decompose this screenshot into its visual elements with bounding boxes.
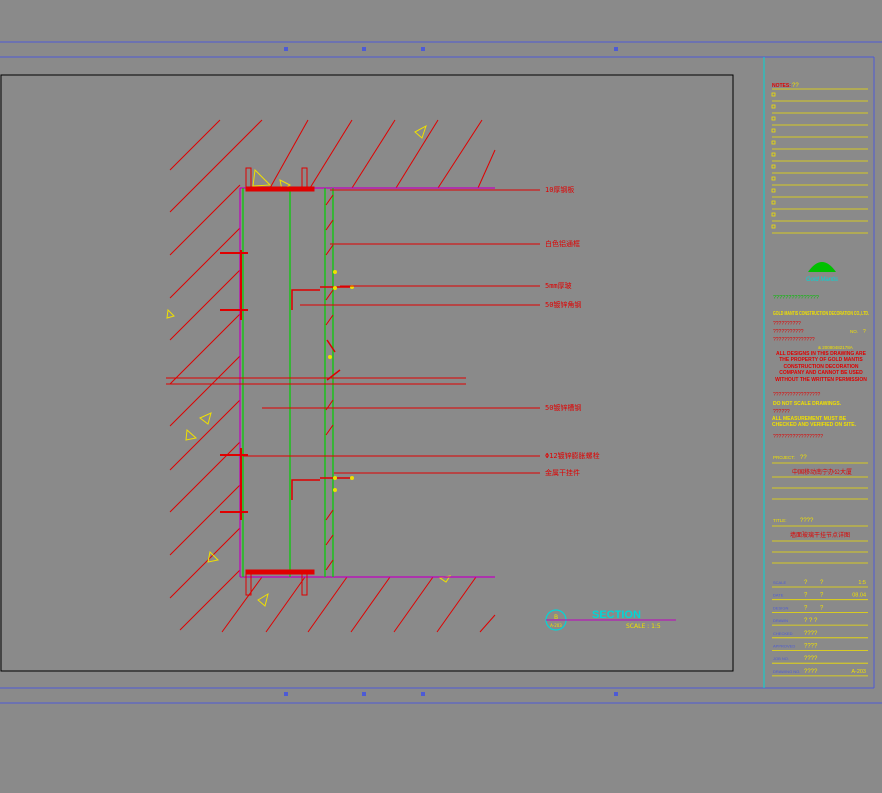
info-row-a: ? ? ?	[804, 618, 818, 624]
no-scale-note: DO NOT SCALE DRAWINGS.	[773, 401, 842, 407]
info-row-b: ?	[820, 580, 824, 586]
info-row-label: DRAWN	[773, 618, 788, 623]
project-value: ??	[800, 455, 807, 461]
title-value: ????	[800, 518, 814, 524]
callout-label: 5mm厚玻	[545, 281, 572, 290]
copyright-notice: ALL DESIGNS IN THIS DRAWING ARE THE PROP…	[775, 351, 867, 383]
company-cn: ???????????????	[773, 295, 819, 301]
section-number: B	[554, 614, 558, 621]
company-en: GOLD MANTIS CONSTRUCTION DECORATION CO.,…	[773, 311, 869, 317]
info-row-c: 08.04	[852, 593, 866, 599]
info-row-a: ?	[804, 605, 808, 611]
info-row-b: ?	[820, 593, 824, 599]
no-value: ?	[863, 329, 866, 335]
garbled-5: ??????	[773, 409, 790, 415]
glass-panel-hatch	[325, 194, 334, 571]
project-name: 中国移动南宁办公大厦	[792, 468, 852, 476]
info-row-a: ????	[804, 631, 818, 637]
info-row-label: DRAWING NO.	[773, 669, 800, 674]
steel-plates	[245, 167, 315, 596]
title-label: TITLE:	[773, 518, 787, 523]
company-logo: Gold Mantis	[806, 262, 838, 283]
title-block: NOTES: ?? Gold Mantis ??????????????? GO…	[771, 83, 869, 677]
section-title: SECTION	[592, 609, 641, 621]
no-label: NO.	[850, 329, 858, 334]
callout-label: Φ12镀锌膨胀螺栓	[545, 451, 600, 460]
info-rows: SCALE?? 1:5 DATE?? 08.04 DESIGN? ? DRAWN ? ? ? C…	[772, 580, 868, 677]
info-row-label: SCALE	[773, 580, 786, 585]
info-row-a: ????	[804, 656, 818, 662]
bracket-grips	[328, 270, 354, 492]
info-row-label: DESIGN	[773, 605, 788, 610]
info-row-a: ?	[804, 580, 808, 586]
cad-viewport[interactable]: 10厚钢板 白色铝通框 5mm厚玻 50镀锌角钢 50镀锌槽钢 Φ12镀锌膨胀螺…	[0, 0, 882, 793]
frame-grips	[284, 47, 618, 696]
garbled-6: ??????????????????	[773, 434, 823, 440]
garbled-3: ???????????????	[773, 337, 815, 343]
angle-brackets	[291, 286, 352, 500]
callout-label: 金属干挂件	[545, 468, 580, 477]
verify-note: ALL MEASUREMENT MUST BE CHECKED AND VERI…	[772, 416, 856, 429]
info-row-c: A-203	[851, 669, 866, 675]
concrete-aggregate	[166, 124, 452, 607]
project-label: PROJECT:	[773, 455, 795, 460]
logo-text: Gold Mantis	[806, 277, 838, 283]
drawing-canvas[interactable]: 10厚钢板 白色铝通框 5mm厚玻 50镀锌角钢 50镀锌槽钢 Φ12镀锌膨胀螺…	[0, 0, 882, 793]
info-row-label: CHECKED	[773, 631, 793, 636]
garbled-2: ???????????	[773, 329, 804, 335]
garbled-1: ??????????	[773, 321, 801, 327]
info-row-a: ?	[804, 593, 808, 599]
break-line	[166, 377, 466, 385]
notes-value: ??	[792, 83, 799, 89]
info-row-label: JOB NO.	[773, 656, 789, 661]
drawing-title: 墙面玻璃干挂节点详图	[790, 531, 850, 539]
callout-label: 50镀锌槽钢	[545, 403, 581, 412]
callout-labels: 10厚钢板 白色铝通框 5mm厚玻 50镀锌角钢 50镀锌槽钢 Φ12镀锌膨胀螺…	[545, 185, 600, 477]
leader-lines	[243, 189, 540, 474]
anchor-bolts	[220, 250, 248, 520]
callout-label: 10厚钢板	[545, 185, 574, 194]
sheet-frame	[0, 41, 882, 704]
section-scale: SCALE : 1:5	[626, 623, 661, 630]
section-sheet: A-203	[550, 623, 562, 628]
info-row-b: ?	[820, 605, 824, 611]
wall-face-lines	[239, 187, 495, 578]
callout-label: 白色铝通框	[545, 239, 580, 248]
notes-label: NOTES:	[772, 83, 791, 89]
garbled-4: ?????????????????	[773, 392, 820, 398]
callout-label: 50镀锌角钢	[545, 300, 581, 309]
info-row-label: DATE	[773, 593, 784, 598]
info-row-label: APPROVED	[773, 644, 795, 649]
info-row-c: 1:5	[858, 580, 866, 586]
info-row-a: ????	[804, 669, 818, 675]
info-row-a: ????	[804, 644, 818, 650]
license-no: & 20080482178A	[818, 345, 853, 350]
section-marker: B A-203 SECTION SCALE : 1:5	[545, 609, 676, 631]
